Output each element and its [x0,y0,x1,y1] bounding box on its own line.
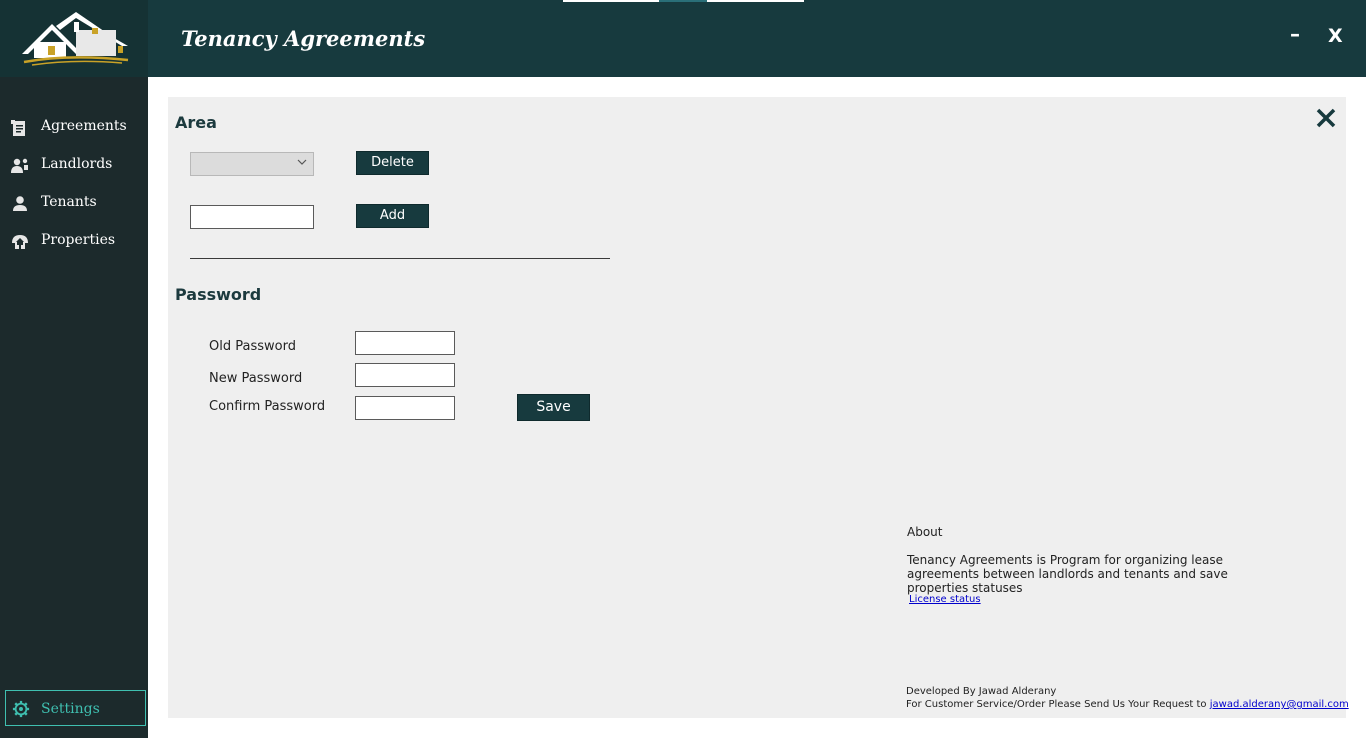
sidebar-item-agreements[interactable]: Agreements [0,110,148,144]
contact-line: For Customer Service/Order Please Send U… [906,699,1349,710]
section-divider [190,258,610,259]
save-button[interactable]: Save [517,394,590,421]
house-logo [0,0,148,77]
old-password-input[interactable] [355,331,455,355]
license-status-link[interactable]: License status [909,594,981,605]
new-password-label: New Password [209,371,303,386]
close-window-button[interactable]: X [1328,25,1343,47]
sidebar-item-label: Properties [41,232,116,248]
sidebar-item-settings[interactable]: Settings [5,690,146,726]
sidebar: Agreements Landlords Tenants Properties [0,77,148,738]
sidebar-item-label: Landlords [41,156,113,172]
area-title: Area [175,113,217,132]
add-button[interactable]: Add [356,204,429,228]
password-title: Password [175,285,262,304]
contact-text: For Customer Service/Order Please Send U… [906,699,1210,710]
gear-icon [12,700,30,718]
new-area-input[interactable] [190,205,314,229]
email-link[interactable]: jawad.alderany@gmail.com [1210,699,1349,710]
sidebar-item-label: Tenants [41,194,97,210]
house-logo-icon [22,12,129,66]
confirm-password-input[interactable] [355,396,455,420]
app-title: Tenancy Agreements [181,26,426,51]
delete-button[interactable]: Delete [356,151,429,175]
confirm-password-label: Confirm Password [209,399,326,414]
tab-indicator-left [563,0,659,2]
app-header: Tenancy Agreements – X [0,0,1366,77]
agreements-icon [11,120,25,136]
tenant-icon [13,196,27,211]
properties-icon [12,235,28,249]
chevron-down-icon [297,159,307,165]
old-password-label: Old Password [209,339,296,354]
sidebar-item-label: Agreements [41,118,127,134]
area-select[interactable] [190,152,314,176]
sidebar-item-landlords[interactable]: Landlords [0,148,148,182]
settings-label: Settings [41,701,100,717]
about-label: About [907,525,943,539]
developer-credit: Developed By Jawad Alderany [906,686,1057,697]
minimize-button[interactable]: – [1290,22,1300,46]
about-text: Tenancy Agreements is Program for organi… [907,553,1228,595]
tab-indicator-active [659,0,707,2]
close-icon[interactable] [1315,107,1337,129]
sidebar-item-properties[interactable]: Properties [0,224,148,258]
new-password-input[interactable] [355,363,455,387]
tab-indicator-right [707,0,804,2]
sidebar-item-tenants[interactable]: Tenants [0,186,148,220]
landlords-icon [11,158,28,173]
settings-panel: Area Delete Add Password Old Password Ne… [168,97,1349,718]
